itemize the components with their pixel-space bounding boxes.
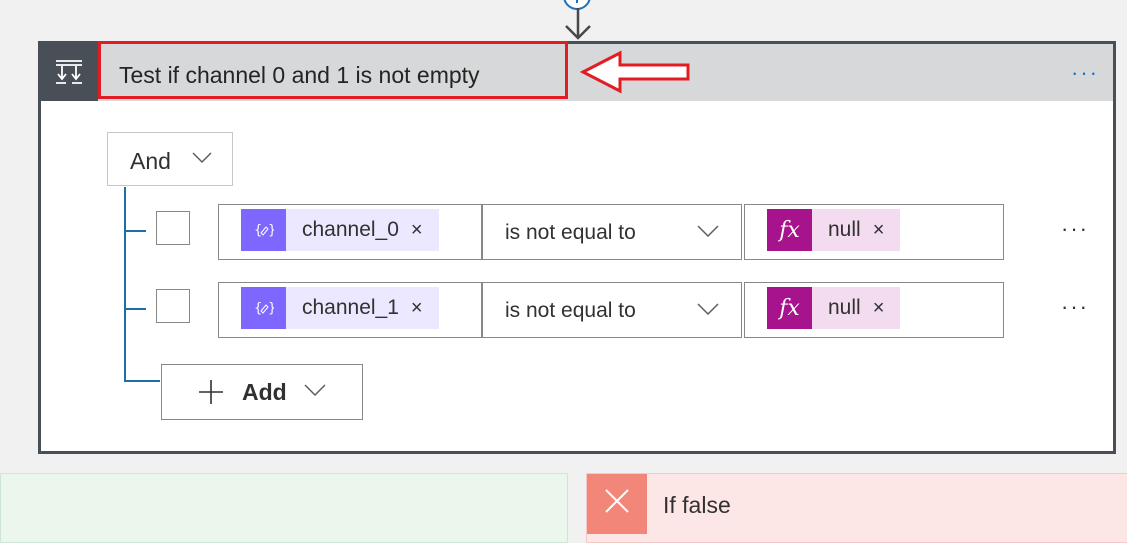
tree-branch: [124, 380, 160, 382]
flow-arrow-icon: [565, 8, 591, 40]
variable-icon: {}: [241, 209, 286, 251]
tree-branch: [124, 308, 146, 310]
group-operator-dropdown[interactable]: And: [107, 132, 233, 186]
if-false-label: If false: [663, 492, 731, 518]
add-label: Add: [242, 379, 287, 405]
operator-dropdown[interactable]: is not equal to: [482, 204, 742, 260]
if-false-branch[interactable]: If false: [586, 473, 1127, 543]
fx-icon: fx: [767, 287, 812, 329]
row-more-button[interactable]: ···: [1061, 216, 1089, 242]
expression-token[interactable]: fx null ×: [767, 287, 901, 329]
chevron-down-icon: [304, 384, 326, 396]
chevron-down-icon: [697, 303, 719, 315]
operator-label: is not equal to: [505, 221, 636, 244]
expression-token[interactable]: fx null ×: [767, 209, 901, 251]
variable-token[interactable]: {} channel_0 ×: [241, 209, 439, 251]
annotation-arrow-icon: [580, 50, 690, 94]
condition-card: Test if channel 0 and 1 is not empty ···…: [38, 41, 1116, 454]
chevron-down-icon: [697, 225, 719, 237]
condition-right-operand[interactable]: fx null ×: [744, 282, 1004, 338]
condition-right-operand[interactable]: fx null ×: [744, 204, 1004, 260]
tree-line: [124, 187, 126, 382]
close-icon: [587, 474, 647, 534]
card-more-button[interactable]: ···: [1071, 60, 1099, 86]
remove-token-button[interactable]: ×: [873, 297, 885, 320]
variable-icon: {}: [241, 287, 286, 329]
remove-token-button[interactable]: ×: [411, 219, 423, 242]
plus-icon: [199, 380, 223, 404]
token-label: null: [828, 296, 861, 319]
chevron-down-icon: [192, 152, 212, 164]
group-operator-label: And: [130, 148, 171, 174]
remove-token-button[interactable]: ×: [873, 219, 885, 242]
row-checkbox[interactable]: [156, 211, 190, 245]
row-checkbox[interactable]: [156, 289, 190, 323]
operator-dropdown[interactable]: is not equal to: [482, 282, 742, 338]
svg-text:{: {: [254, 301, 262, 316]
tree-branch: [124, 230, 146, 232]
condition-icon: [41, 44, 98, 101]
operator-label: is not equal to: [505, 299, 636, 322]
token-label: null: [828, 218, 861, 241]
svg-text:}: }: [268, 301, 274, 316]
remove-token-button[interactable]: ×: [411, 297, 423, 320]
condition-left-operand[interactable]: {} channel_0 ×: [218, 204, 482, 260]
if-true-branch[interactable]: [0, 473, 568, 543]
add-condition-button[interactable]: Add: [161, 364, 363, 420]
svg-text:}: }: [268, 223, 274, 238]
svg-text:{: {: [254, 223, 262, 238]
row-more-button[interactable]: ···: [1061, 294, 1089, 320]
condition-left-operand[interactable]: {} channel_1 ×: [218, 282, 482, 338]
title-highlight-box: [98, 41, 568, 99]
token-label: channel_1: [302, 296, 399, 319]
fx-icon: fx: [767, 209, 812, 251]
token-label: channel_0: [302, 218, 399, 241]
plus-icon: [576, 0, 578, 3]
variable-token[interactable]: {} channel_1 ×: [241, 287, 439, 329]
